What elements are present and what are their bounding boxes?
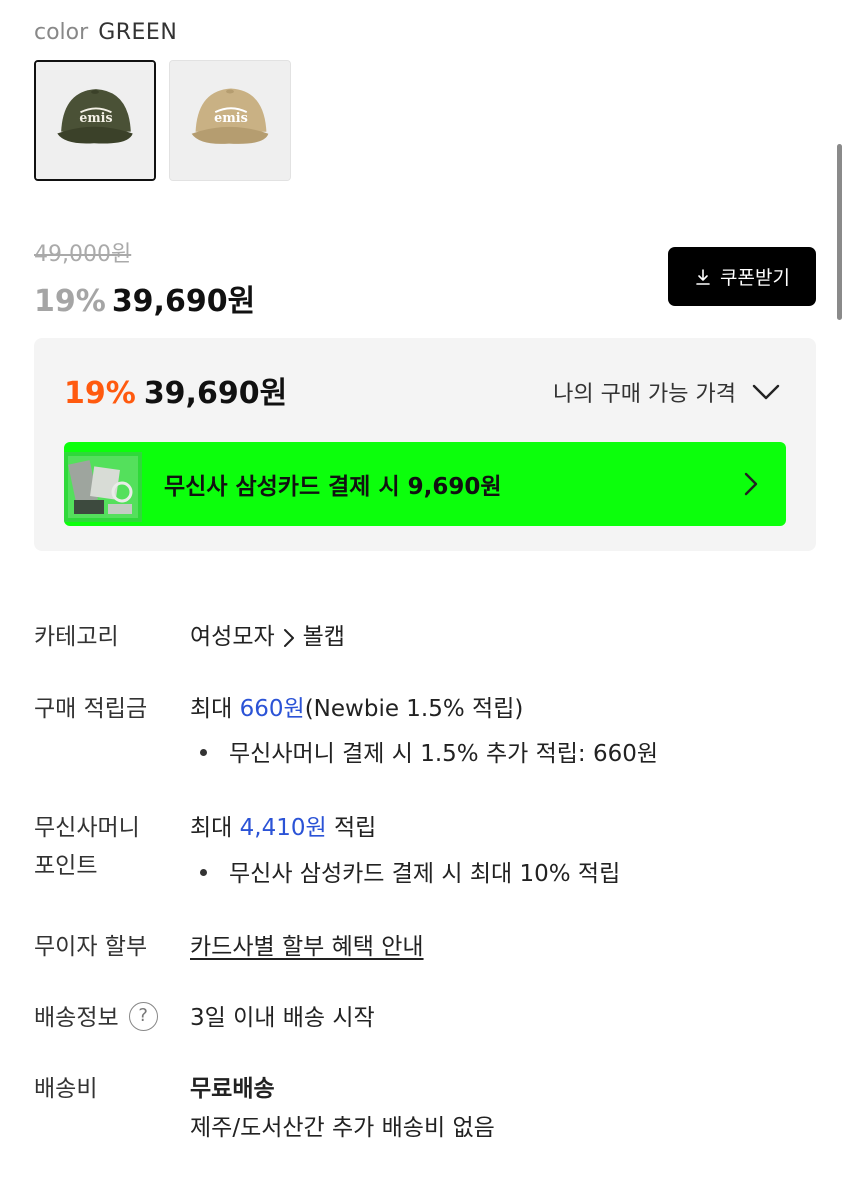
card-banner-amount: 9,690원: [407, 474, 502, 500]
my-price-box: 19% 39,690원 나의 구매 가능 가격 무신사 삼성카드 결제 시 9,6…: [34, 338, 816, 551]
category-label: 카테고리: [34, 624, 119, 650]
svg-text:emis: emis: [79, 110, 112, 125]
my-price-discount: 19%: [64, 376, 136, 411]
money-points-label: 무신사머니 포인트: [34, 809, 140, 885]
color-swatch-beige[interactable]: emis: [169, 60, 291, 181]
beige-cap-image: emis: [170, 61, 290, 180]
sale-price-row: 19% 39,690원: [34, 276, 255, 320]
shipping-info-label-row: 배송정보?: [34, 999, 158, 1037]
points-bullet: 무신사머니 결제 시 1.5% 추가 적립: 660원: [200, 735, 658, 773]
points-suffix: (Newbie 1.5% 적립): [304, 696, 524, 722]
money-points-value: 최대 4,410원 적립: [190, 809, 376, 847]
money-points-prefix: 최대: [190, 815, 240, 841]
color-label: color: [34, 20, 89, 45]
money-points-bullet-text: 무신사 삼성카드 결제 시 최대 10% 적립: [229, 861, 621, 887]
my-price: 19% 39,690원: [64, 368, 287, 412]
coupon-button-label: 쿠폰받기: [720, 267, 790, 289]
money-points-suffix: 적립: [326, 815, 377, 841]
shipping-fee-label: 배송비: [34, 1076, 98, 1102]
category-item-women-hat[interactable]: 여성모자: [190, 624, 275, 650]
bullet-dot-icon: [200, 869, 207, 876]
help-icon[interactable]: ?: [128, 1002, 158, 1031]
points-value: 최대 660원(Newbie 1.5% 적립): [190, 690, 523, 728]
shipping-fee-note: 제주/도서산간 추가 배송비 없음: [190, 1115, 495, 1141]
color-option-row: color GREEN: [34, 20, 177, 45]
points-prefix: 최대: [190, 696, 240, 722]
shipping-fee-value: 무료배송: [190, 1076, 275, 1102]
color-value: GREEN: [98, 20, 178, 45]
scrollbar[interactable]: [837, 144, 842, 320]
samsung-card-banner[interactable]: 무신사 삼성카드 결제 시 9,690원: [64, 442, 786, 526]
green-cap-image: emis: [36, 62, 154, 179]
category-item-ballcap[interactable]: 볼캡: [303, 624, 345, 650]
download-icon: [696, 268, 710, 285]
color-swatch-green[interactable]: emis: [34, 60, 156, 181]
card-banner-prefix: 무신사 삼성카드 결제 시: [164, 474, 408, 500]
coupon-button[interactable]: 쿠폰받기: [668, 247, 816, 306]
my-price-toggle-label: 나의 구매 가능 가격: [553, 382, 736, 407]
sale-price: 39,690원: [111, 284, 256, 319]
money-points-bullet: 무신사 삼성카드 결제 시 최대 10% 적립: [200, 855, 620, 893]
points-bullet-text: 무신사머니 결제 시 1.5% 추가 적립: 660원: [229, 741, 659, 767]
points-label: 구매 적립금: [34, 696, 148, 722]
money-points-label-line2: 포인트: [34, 853, 98, 879]
category-breadcrumb: 여성모자 볼캡: [190, 618, 345, 656]
chevron-right-icon: [744, 472, 758, 496]
money-points-amount: 4,410원: [239, 815, 327, 841]
bullet-dot-icon: [200, 749, 207, 756]
discount-rate: 19%: [34, 284, 106, 319]
installment-benefit-link[interactable]: 카드사별 할부 혜택 안내: [190, 928, 424, 966]
shipping-info-value: 3일 이내 배송 시작: [190, 1005, 375, 1031]
my-price-toggle[interactable]: 나의 구매 가능 가격: [553, 376, 780, 408]
points-amount: 660원: [239, 696, 305, 722]
svg-text:emis: emis: [214, 111, 248, 126]
breadcrumb-separator-icon: [283, 618, 295, 656]
my-price-amount: 39,690원: [143, 376, 288, 411]
original-price: 49,000원: [34, 242, 132, 267]
chevron-down-icon: [752, 384, 780, 400]
shipping-info-label: 배송정보: [34, 1005, 119, 1031]
installment-label: 무이자 할부: [34, 934, 148, 960]
card-promo-thumbnail: [64, 452, 142, 522]
money-points-label-line1: 무신사머니: [34, 815, 140, 841]
card-banner-text: 무신사 삼성카드 결제 시 9,690원: [164, 467, 502, 501]
